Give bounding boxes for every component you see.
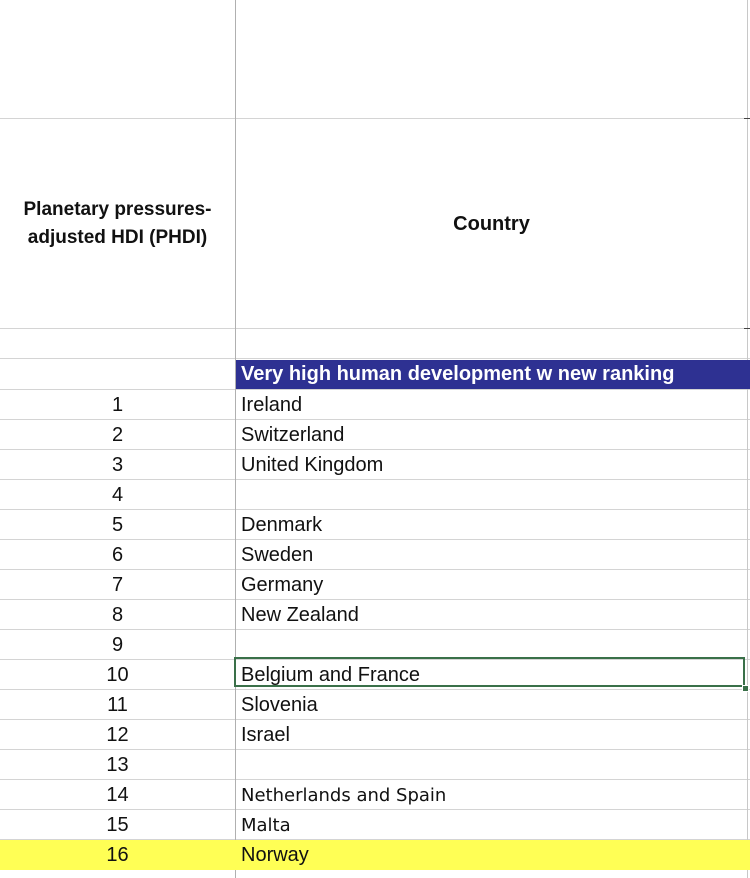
table-row[interactable]: 6 Sweden	[0, 540, 750, 570]
country-cell[interactable]: United Kingdom	[241, 450, 383, 480]
rank-cell[interactable]: 6	[0, 540, 235, 570]
active-cell-selection[interactable]	[234, 657, 745, 687]
country-cell[interactable]: Denmark	[241, 510, 322, 540]
phdi-header-label: Planetary pressures- adjusted HDI (PHDI)	[23, 199, 212, 248]
country-cell[interactable]: Malta	[241, 810, 291, 840]
table-row[interactable]: 12 Israel	[0, 720, 750, 750]
country-cell[interactable]: Norway	[241, 840, 309, 870]
table-row[interactable]: 13	[0, 750, 750, 780]
table-row[interactable]: 15 Malta	[0, 810, 750, 840]
country-header-cell[interactable]: Country	[236, 119, 747, 329]
rank-cell[interactable]: 8	[0, 600, 235, 630]
spreadsheet-grid[interactable]: Planetary pressures- adjusted HDI (PHDI)…	[0, 0, 750, 878]
table-row[interactable]: 7 Germany	[0, 570, 750, 600]
fill-handle[interactable]	[742, 685, 749, 692]
rank-cell[interactable]: 14	[0, 780, 235, 810]
rank-cell[interactable]: 11	[0, 690, 235, 720]
rank-cell[interactable]: 13	[0, 750, 235, 780]
rank-cell[interactable]: 9	[0, 630, 235, 660]
table-row[interactable]: 14 Netherlands and Spain	[0, 780, 750, 810]
table-row-highlighted[interactable]: 16 Norway	[0, 840, 750, 870]
country-cell[interactable]: Israel	[241, 720, 290, 750]
rank-cell[interactable]: 3	[0, 450, 235, 480]
rank-cell[interactable]: 16	[0, 840, 235, 870]
country-cell[interactable]: Slovenia	[241, 690, 318, 720]
country-header-label: Country	[453, 212, 530, 235]
rank-cell[interactable]: 15	[0, 810, 235, 840]
country-cell[interactable]: Switzerland	[241, 420, 344, 450]
table-row[interactable]: 2 Switzerland	[0, 420, 750, 450]
table-row[interactable]: 5 Denmark	[0, 510, 750, 540]
table-row[interactable]: 4	[0, 480, 750, 510]
section-header-very-high[interactable]: Very high human development w new rankin…	[236, 360, 750, 389]
rank-cell[interactable]: 7	[0, 570, 235, 600]
table-row[interactable]: 9	[0, 630, 750, 660]
country-cell[interactable]: Sweden	[241, 540, 313, 570]
country-cell[interactable]: Ireland	[241, 390, 302, 420]
rank-cell[interactable]: 5	[0, 510, 235, 540]
rank-cell[interactable]: 1	[0, 390, 235, 420]
country-cell[interactable]: Netherlands and Spain	[241, 780, 446, 810]
rank-cell[interactable]: 2	[0, 420, 235, 450]
table-row[interactable]: 11 Slovenia	[0, 690, 750, 720]
table-row[interactable]: 8 New Zealand	[0, 600, 750, 630]
rank-cell[interactable]: 12	[0, 720, 235, 750]
rank-cell[interactable]: 10	[0, 660, 235, 690]
country-cell[interactable]: Germany	[241, 570, 323, 600]
phdi-header-cell[interactable]: Planetary pressures- adjusted HDI (PHDI)	[0, 119, 235, 329]
table-row[interactable]: 3 United Kingdom	[0, 450, 750, 480]
rank-cell[interactable]: 4	[0, 480, 235, 510]
gridline	[0, 358, 750, 359]
country-cell[interactable]: New Zealand	[241, 600, 359, 630]
table-row[interactable]: 1 Ireland	[0, 390, 750, 420]
